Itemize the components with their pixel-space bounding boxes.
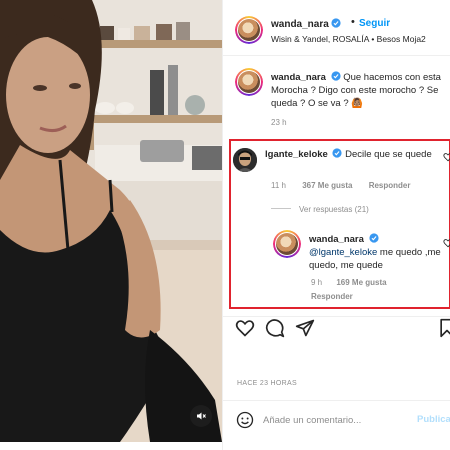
comment-text: lgante_keloke Decile que se quede bbox=[265, 148, 441, 161]
author-username[interactable]: wanda_nara bbox=[271, 18, 341, 30]
comment-body: Decile que se quede bbox=[345, 149, 432, 160]
audio-track[interactable]: Wisin & Yandel, ROSALÍA • Besos Moja2 bbox=[271, 34, 426, 44]
comment-likes[interactable]: 367 Me gusta bbox=[302, 181, 352, 190]
share-icon[interactable] bbox=[295, 318, 315, 338]
reply-like-heart-icon[interactable] bbox=[443, 238, 450, 248]
publish-button[interactable]: Publicar bbox=[417, 414, 450, 425]
comment-like-heart-icon[interactable] bbox=[443, 152, 450, 162]
bookmark-icon[interactable] bbox=[437, 318, 450, 338]
action-bar bbox=[223, 316, 450, 342]
speaker-muted-icon bbox=[197, 412, 206, 420]
replies-line-divider bbox=[271, 208, 291, 209]
caption-username[interactable]: wanda_nara bbox=[271, 72, 326, 83]
reply-reply-button[interactable]: Responder bbox=[311, 292, 353, 301]
verified-badge-icon bbox=[331, 18, 341, 28]
commenter-photo bbox=[233, 148, 257, 172]
caption-text: wanda_nara Que hacemos con esta Morocha … bbox=[271, 71, 445, 110]
comment-username[interactable]: lgante_keloke bbox=[265, 149, 328, 160]
reply-meta: 9 h 169 Me gusta Responder bbox=[311, 276, 399, 304]
video-frame bbox=[0, 0, 222, 442]
post-video[interactable] bbox=[0, 0, 222, 442]
caption-avatar[interactable] bbox=[235, 68, 263, 96]
reply-avatar[interactable] bbox=[273, 230, 301, 258]
comment-icon[interactable] bbox=[265, 318, 285, 338]
post-date[interactable]: HACE 23 HORAS bbox=[237, 380, 297, 387]
comment-input[interactable] bbox=[263, 412, 413, 428]
mute-button[interactable] bbox=[190, 405, 212, 427]
comment-reply-button[interactable]: Responder bbox=[369, 181, 411, 190]
reply-text: wanda_nara @lgante_keloke me quedo ,me q… bbox=[309, 233, 445, 272]
view-replies-toggle[interactable]: Ver respuestas (21) bbox=[271, 205, 369, 214]
commenter-avatar[interactable] bbox=[233, 148, 257, 172]
view-replies-label[interactable]: Ver respuestas (21) bbox=[299, 205, 369, 214]
comment-time[interactable]: 11 h bbox=[271, 181, 286, 190]
post-header: wanda_nara • Seguir Wisin & Yandel, ROSA… bbox=[223, 0, 450, 56]
reply-time[interactable]: 9 h bbox=[311, 278, 322, 287]
comment-meta: 11 h 367 Me gusta Responder bbox=[271, 181, 425, 190]
follow-button[interactable]: Seguir bbox=[359, 18, 390, 29]
author-avatar[interactable] bbox=[235, 16, 263, 44]
reply-likes[interactable]: 169 Me gusta bbox=[336, 278, 386, 287]
caption-time[interactable]: 23 h bbox=[271, 118, 287, 127]
reply-username[interactable]: wanda_nara bbox=[309, 234, 364, 245]
separator-dot: • bbox=[351, 16, 355, 28]
author-username-text[interactable]: wanda_nara bbox=[271, 19, 329, 30]
verified-badge-icon bbox=[330, 71, 341, 81]
heart-icon[interactable] bbox=[235, 318, 255, 338]
reply-mention[interactable]: @lgante_keloke bbox=[309, 247, 377, 258]
verified-badge-icon bbox=[332, 148, 343, 158]
emoji-icon[interactable] bbox=[236, 411, 254, 429]
post-details-panel: wanda_nara • Seguir Wisin & Yandel, ROSA… bbox=[222, 0, 450, 450]
verified-badge-icon bbox=[368, 233, 379, 243]
